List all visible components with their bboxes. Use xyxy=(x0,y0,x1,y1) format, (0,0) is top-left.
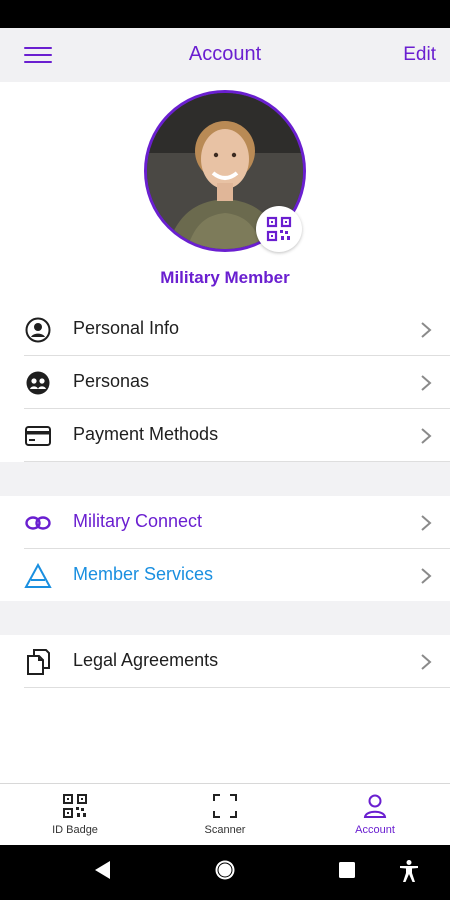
row-label: Member Services xyxy=(73,564,214,584)
chevron-right-icon xyxy=(421,654,432,670)
status-bar xyxy=(0,0,450,28)
edit-button[interactable]: Edit xyxy=(403,44,436,66)
section-gap xyxy=(0,462,450,496)
recents-icon[interactable] xyxy=(338,861,356,879)
system-navigation-bar xyxy=(0,845,450,900)
personal-info-row[interactable]: Personal Info xyxy=(0,303,450,356)
chevron-right-icon xyxy=(421,322,432,338)
bottom-tab-bar: ID Badge Scanner Account xyxy=(0,783,450,845)
page-title: Account xyxy=(188,43,262,65)
tab-label: ID Badge xyxy=(52,824,98,836)
tab-label: Scanner xyxy=(204,824,246,836)
member-name: Military Member xyxy=(160,268,290,287)
home-icon[interactable] xyxy=(214,859,236,881)
scanner-icon xyxy=(213,794,237,818)
account-section-1: Personal Info Personas Payment Methods xyxy=(0,303,450,462)
account-icon xyxy=(363,794,387,818)
credit-card-icon xyxy=(24,423,52,449)
row-label: Legal Agreements xyxy=(73,650,219,670)
back-icon[interactable] xyxy=(92,859,112,881)
legal-agreements-row[interactable]: Legal Agreements xyxy=(0,635,450,688)
tab-scanner[interactable]: Scanner xyxy=(150,784,300,846)
account-section-2: Military Connect Member Services xyxy=(0,496,450,602)
chevron-right-icon xyxy=(421,428,432,444)
account-section-3: Legal Agreements xyxy=(0,635,450,688)
person-circle-icon xyxy=(24,317,52,343)
section-gap xyxy=(0,601,450,635)
military-connect-row[interactable]: Military Connect xyxy=(0,496,450,549)
chevron-right-icon xyxy=(421,375,432,391)
documents-icon xyxy=(24,649,52,675)
chevron-right-icon xyxy=(421,568,432,584)
qr-badge-button[interactable] xyxy=(256,206,302,252)
top-app-bar: Account Edit xyxy=(0,28,450,82)
payment-methods-row[interactable]: Payment Methods xyxy=(0,409,450,462)
qr-code-icon xyxy=(266,216,292,242)
row-label: Personal Info xyxy=(73,318,180,338)
personas-row[interactable]: Personas xyxy=(0,356,450,409)
triangle-logo-icon xyxy=(24,563,52,589)
row-label: Personas xyxy=(73,371,150,391)
tab-id-badge[interactable]: ID Badge xyxy=(0,784,150,846)
member-services-row[interactable]: Member Services xyxy=(0,549,450,602)
accessibility-icon[interactable] xyxy=(398,859,420,883)
link-icon xyxy=(24,510,52,536)
qr-code-icon xyxy=(63,794,87,818)
personas-icon xyxy=(24,370,52,396)
chevron-right-icon xyxy=(421,515,432,531)
row-label: Military Connect xyxy=(73,511,203,531)
tab-label: Account xyxy=(355,824,395,836)
row-label: Payment Methods xyxy=(73,424,219,444)
tab-account[interactable]: Account xyxy=(300,784,450,846)
